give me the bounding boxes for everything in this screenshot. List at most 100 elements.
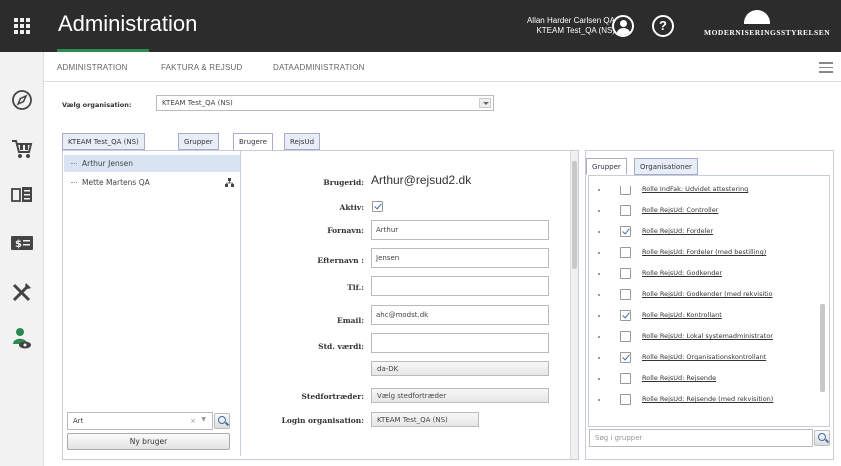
user-group-icon[interactable] <box>0 319 44 357</box>
layout-icon[interactable] <box>0 176 44 214</box>
email-label: Email: <box>337 316 364 325</box>
phone-field[interactable] <box>371 276 549 296</box>
crown-logo-icon <box>744 10 770 24</box>
grid-icon <box>14 18 30 34</box>
group-label[interactable]: Rolle RejsUd: Rejsende <box>642 374 716 382</box>
tab-org[interactable]: KTEAM Test_QA (NS) <box>62 133 145 150</box>
chevron-down-icon[interactable]: ▼ <box>201 416 206 423</box>
tree-dot <box>598 336 600 338</box>
list-item[interactable]: Rolle RejsUd: Controller <box>592 201 827 221</box>
tree-dot <box>598 357 600 359</box>
user-name: Allan Harder Carlsen QA <box>526 16 615 25</box>
subnav-faktura-rejsud[interactable]: FAKTURA & REJSUD <box>161 63 242 72</box>
group-checkbox[interactable] <box>620 268 631 279</box>
money-icon[interactable]: $ <box>0 224 44 262</box>
list-item[interactable]: Rolle RejsUd: Lokal systemadministrator <box>592 327 827 347</box>
org-tree-icon <box>225 178 234 187</box>
firstname-field[interactable]: Arthur <box>371 220 549 240</box>
group-checkbox[interactable] <box>620 373 631 384</box>
tab-organisations[interactable]: Organisationer <box>634 158 698 175</box>
tree-dot <box>598 315 600 317</box>
list-item[interactable]: Rolle RejsUd: Rejsende (med rekvisition) <box>592 390 827 410</box>
new-user-button[interactable]: Ny bruger <box>67 433 230 450</box>
user-search-input[interactable]: Art × ▼ <box>67 412 213 430</box>
groups-scrollbar[interactable] <box>819 178 827 424</box>
email-field[interactable]: ahc@modst.dk <box>371 305 549 325</box>
group-label[interactable]: Rolle RejsUd: Fordeler <box>642 227 713 235</box>
group-label[interactable]: Rolle RejsUd: Organisationskontrollant <box>642 353 766 361</box>
login-org-label: Login organisation: <box>281 416 364 425</box>
list-item[interactable]: Rolle RejsUd: Kontrollant <box>592 306 827 326</box>
user-profile-icon[interactable] <box>612 15 634 37</box>
group-search-input[interactable]: Søg i grupper <box>589 429 813 447</box>
list-item[interactable]: Rolle RejsUd: Fordeler (med bestilling) <box>592 243 827 263</box>
cart-icon[interactable] <box>0 130 44 168</box>
search-icon[interactable] <box>214 413 230 429</box>
org-selector[interactable]: KTEAM Test_QA (NS) <box>156 95 494 111</box>
tab-brugere[interactable]: Brugere <box>233 133 273 151</box>
app-title: Administration <box>58 11 198 36</box>
list-item[interactable]: Rolle RejsUd: Fordeler <box>592 222 827 242</box>
org-selector-label: Vælg organisation: <box>62 101 132 109</box>
form-scrollbar[interactable] <box>570 151 578 459</box>
list-item[interactable]: Rolle RejsUd: Rejsende <box>592 369 827 389</box>
chevron-down-icon[interactable] <box>479 98 491 108</box>
group-checkbox[interactable] <box>620 310 631 321</box>
active-checkbox[interactable] <box>372 201 383 212</box>
user-org: KTEAM Test_QA (NS) <box>536 26 615 35</box>
group-checkbox[interactable] <box>620 394 631 405</box>
tools-icon[interactable] <box>0 273 44 311</box>
menu-icon[interactable] <box>819 62 833 76</box>
lastname-label: Efternavn : <box>317 256 364 265</box>
top-bar: Administration Allan Harder Carlsen QA K… <box>0 0 841 52</box>
search-icon[interactable] <box>814 430 830 446</box>
tree-dot <box>598 273 600 275</box>
group-label[interactable]: Rolle RejsUd: Fordeler (med bestilling) <box>642 248 766 256</box>
lastname-field[interactable]: Jensen <box>371 248 549 268</box>
svg-text:$: $ <box>15 239 22 250</box>
group-label[interactable]: Rolle RejsUd: Godkender (med rekvisitio <box>642 290 773 298</box>
locale-value[interactable]: da-DK <box>371 361 549 376</box>
default-value-field[interactable] <box>371 333 549 353</box>
group-label[interactable]: Rolle IndFak: Udvidet attestering <box>642 186 748 193</box>
list-item[interactable]: Rolle RejsUd: Godkender (med rekvisitio <box>592 285 827 305</box>
tree-dot <box>598 378 600 380</box>
list-item[interactable]: Mette Martens QA <box>64 174 240 191</box>
subnav-administration[interactable]: ADMINISTRATION <box>57 63 128 72</box>
tab-grupper[interactable]: Grupper <box>178 133 219 150</box>
firstname-label: Fornavn: <box>327 226 364 235</box>
tree-dot <box>598 252 600 254</box>
help-icon[interactable]: ? <box>652 15 674 37</box>
group-label[interactable]: Rolle RejsUd: Lokal systemadministrator <box>642 332 773 340</box>
group-checkbox[interactable] <box>620 247 631 258</box>
group-label[interactable]: Rolle RejsUd: Kontrollant <box>642 311 722 319</box>
compass-icon[interactable] <box>0 81 44 119</box>
deputy-label: Stedfortræder: <box>301 392 364 401</box>
select-deputy-button[interactable]: Vælg stedfortræder <box>371 388 549 403</box>
tree-dot <box>598 399 600 401</box>
list-item[interactable]: Arthur Jensen <box>64 155 240 172</box>
user-info[interactable]: Allan Harder Carlsen QA KTEAM Test_QA (N… <box>527 16 615 36</box>
tab-groups[interactable]: Grupper <box>586 158 627 175</box>
group-checkbox[interactable] <box>620 331 631 342</box>
org-selector-value: KTEAM Test_QA (NS) <box>162 99 233 107</box>
group-checkbox[interactable] <box>620 289 631 300</box>
tab-rejsud[interactable]: RejsUd <box>284 133 321 150</box>
sidebar: $ <box>0 52 44 466</box>
group-checkbox[interactable] <box>620 205 631 216</box>
group-checkbox[interactable] <box>620 352 631 363</box>
group-label[interactable]: Rolle RejsUd: Godkender <box>642 269 722 277</box>
userid-label: Brugerid: <box>323 178 364 187</box>
list-item[interactable]: Rolle RejsUd: Godkender <box>592 264 827 284</box>
group-label[interactable]: Rolle RejsUd: Rejsende (med rekvisition) <box>642 395 773 403</box>
default-value-label: Std. værdi: <box>318 342 364 351</box>
app-grid-button[interactable] <box>0 0 44 52</box>
group-label[interactable]: Rolle RejsUd: Controller <box>642 206 718 214</box>
tree-dot <box>598 231 600 233</box>
login-org-value[interactable]: KTEAM Test_QA (NS) <box>371 412 479 427</box>
subnav-dataadministration[interactable]: DATAADMINISTRATION <box>273 63 365 72</box>
group-checkbox[interactable] <box>620 226 631 237</box>
list-item[interactable]: Rolle RejsUd: Organisationskontrollant <box>592 348 827 368</box>
logo-text: MODERNISERINGSSTYRELSEN <box>704 28 831 37</box>
clear-icon[interactable]: × <box>190 417 196 425</box>
